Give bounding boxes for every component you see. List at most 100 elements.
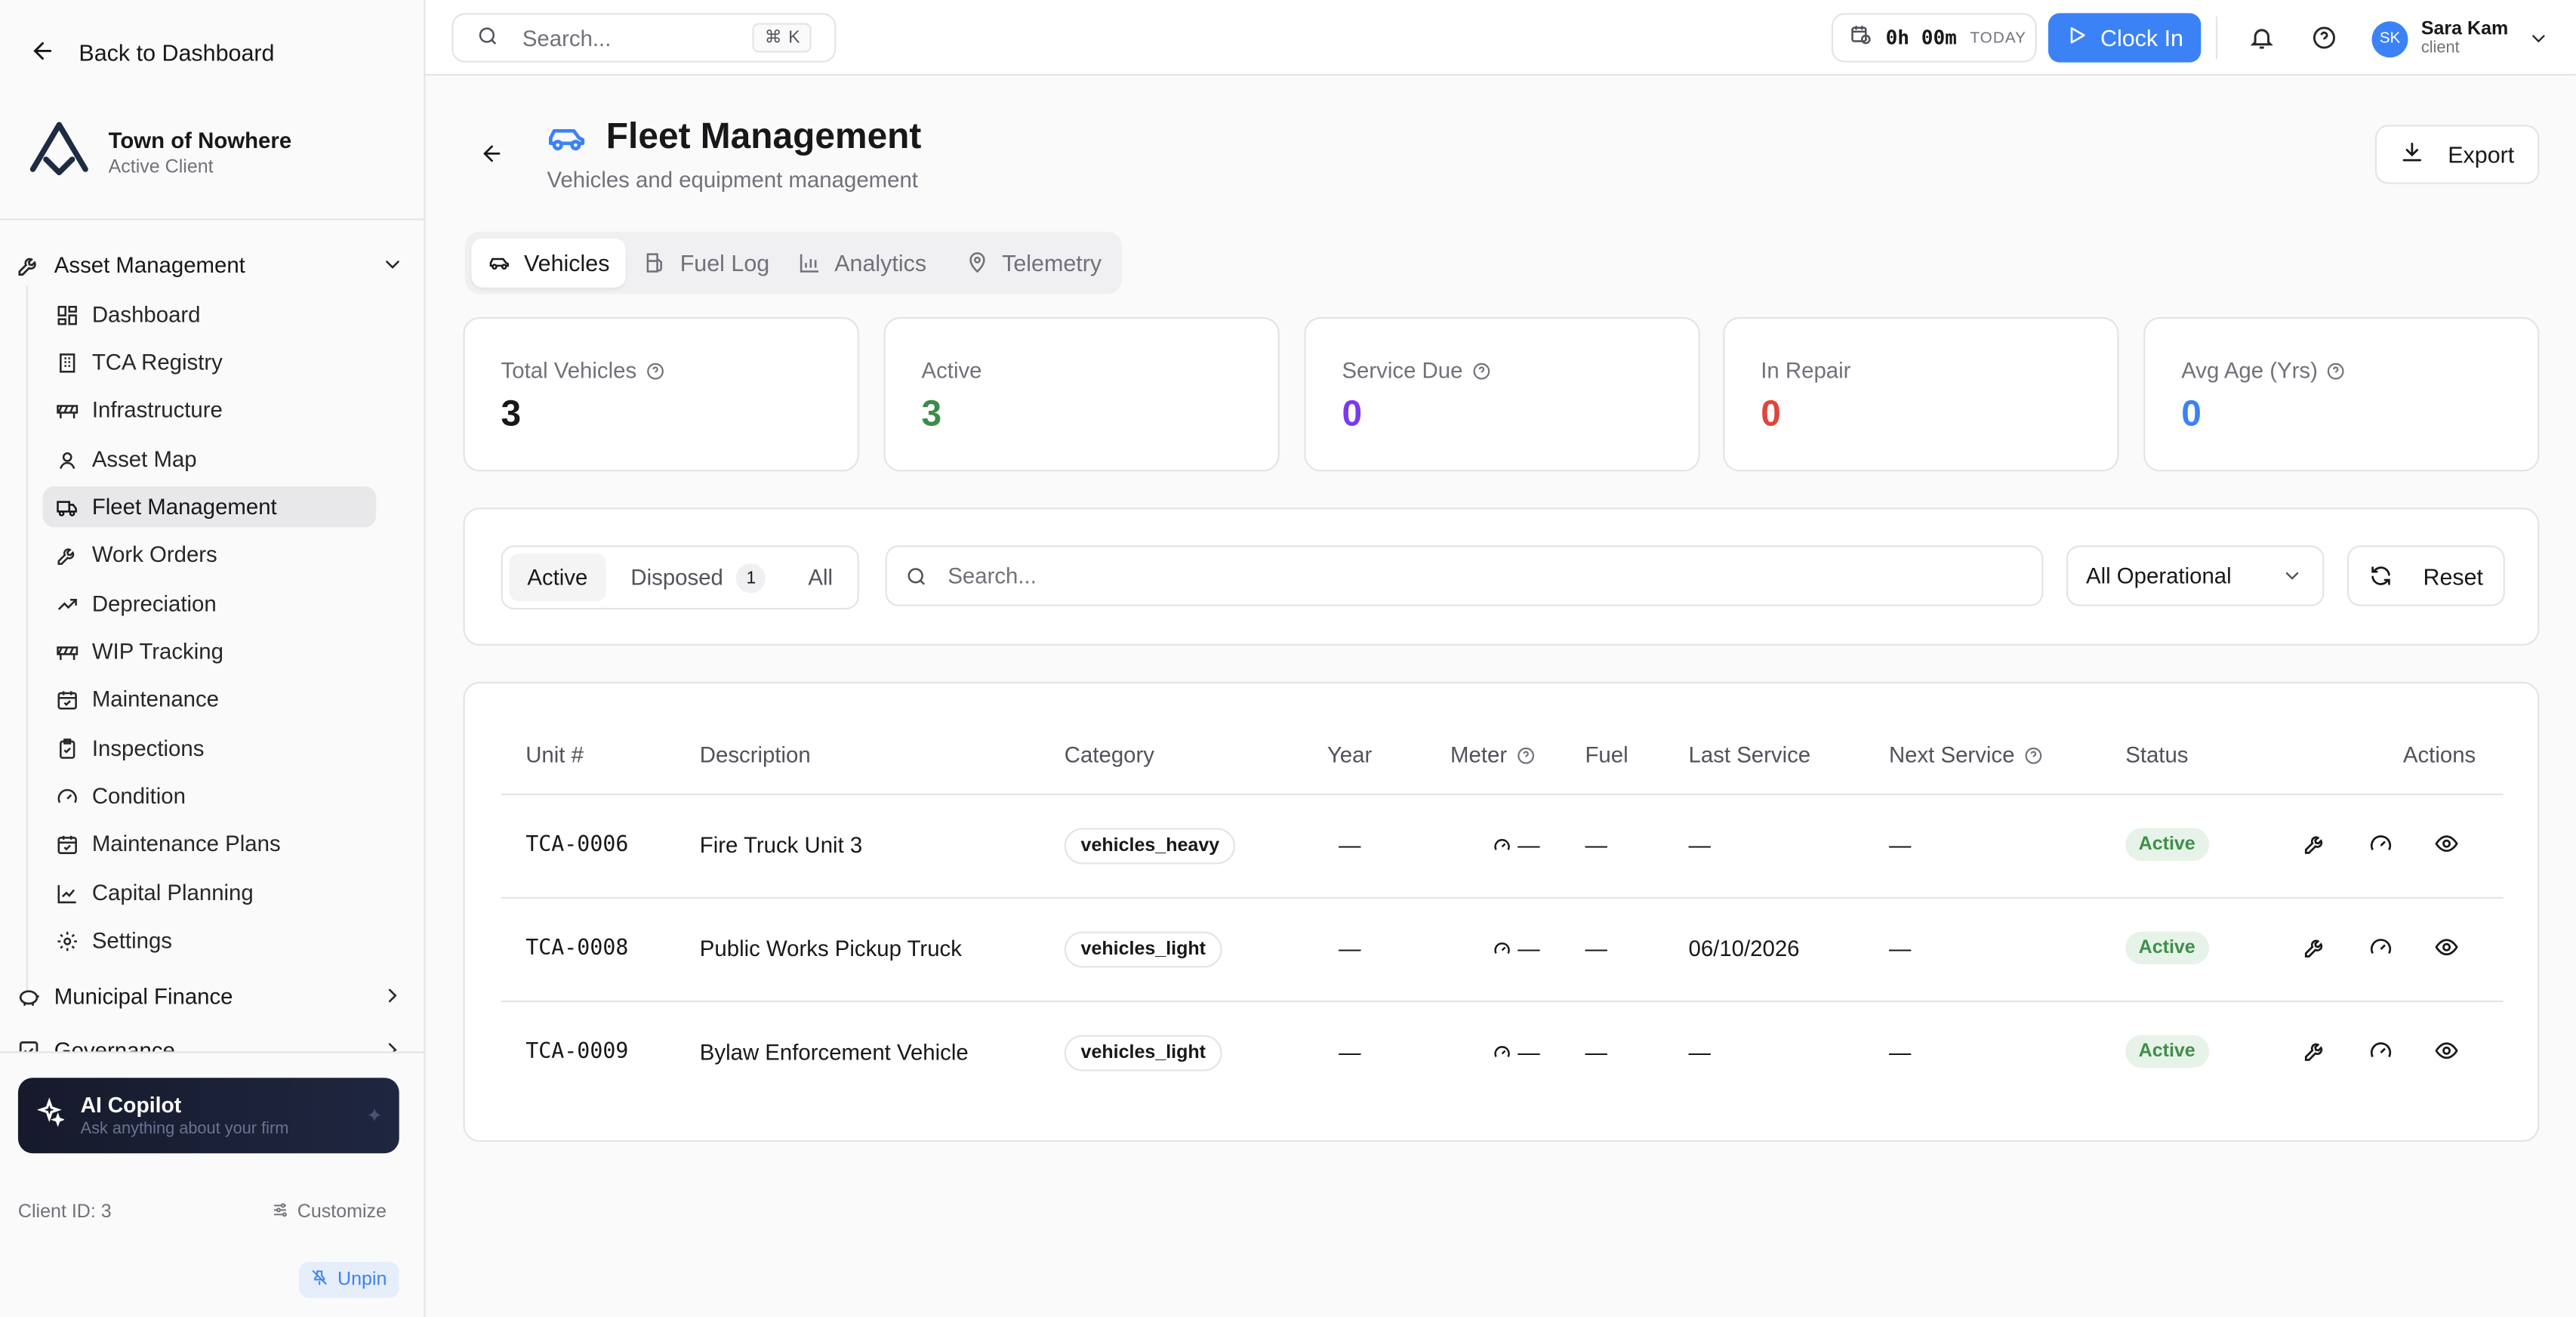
notifications-button[interactable]	[2248, 25, 2275, 51]
sidebar-item-label: Inspections	[91, 736, 205, 761]
tab-fuel-log[interactable]: Fuel Log	[627, 238, 786, 287]
client-switcher[interactable]: Town of Nowhere Active Client	[26, 115, 291, 189]
search-icon	[476, 24, 499, 52]
nav-group-asset-management[interactable]: Asset Management	[17, 245, 404, 284]
meter-value: —	[1518, 1040, 1540, 1065]
view-button[interactable]	[2434, 935, 2460, 961]
export-button[interactable]: Export	[2374, 125, 2540, 184]
chevron-right-icon	[381, 984, 404, 1007]
select-value: All Operational	[2086, 563, 2232, 588]
sidebar-item-maintenance-plans[interactable]: Maintenance Plans	[43, 823, 377, 864]
info-icon[interactable]	[1515, 745, 1535, 765]
column-header-fuel[interactable]: Fuel	[1585, 742, 1628, 767]
stat-value: 3	[501, 392, 522, 434]
category-chip: vehicles_light	[1064, 1035, 1222, 1072]
clipboard-icon	[56, 737, 79, 760]
global-search-input[interactable]: Search... ⌘ K	[451, 13, 837, 63]
stat-label-text: Active	[921, 358, 982, 383]
back-to-dashboard-link[interactable]: Back to Dashboard	[29, 33, 274, 72]
sidebar-item-inspections[interactable]: Inspections	[43, 728, 377, 769]
sidebar-item-capital-planning[interactable]: Capital Planning	[43, 872, 377, 913]
stat-label: Service Due	[1342, 358, 1490, 383]
wrench-icon	[17, 252, 42, 277]
meter-reading-button[interactable]	[2368, 1038, 2395, 1065]
cell-next-service: —	[1888, 833, 1912, 858]
segment-active[interactable]: Active	[509, 554, 606, 602]
unpin-label: Unpin	[337, 1269, 387, 1290]
column-header-description[interactable]: Description	[700, 742, 811, 767]
info-icon[interactable]	[2326, 361, 2346, 381]
info-icon[interactable]	[645, 361, 664, 381]
view-button[interactable]	[2434, 1038, 2460, 1065]
help-button[interactable]	[2311, 25, 2337, 51]
gauge-icon	[2368, 831, 2395, 856]
sidebar-item-label: TCA Registry	[91, 350, 223, 375]
user-menu[interactable]: SK Sara Kam client	[2371, 20, 2550, 58]
sidebar-item-depreciation[interactable]: Depreciation	[43, 583, 377, 624]
gauge-icon	[56, 785, 79, 807]
column-header-year[interactable]: Year	[1327, 742, 1372, 767]
category-chip: vehicles_heavy	[1064, 828, 1236, 865]
work-order-button[interactable]	[2303, 1038, 2329, 1065]
chevron-down-icon	[2522, 28, 2550, 49]
nav-group-governance[interactable]: Governance	[17, 1030, 404, 1052]
meter-reading-button[interactable]	[2368, 831, 2395, 858]
sliders-icon	[271, 1201, 289, 1223]
column-header-category[interactable]: Category	[1065, 742, 1154, 767]
stat-card-total-vehicles: Total Vehicles 3	[463, 316, 859, 472]
clock-in-button[interactable]: Clock In	[2048, 13, 2202, 63]
segment-disposed[interactable]: Disposed 1	[612, 554, 784, 601]
work-order-button[interactable]	[2303, 831, 2329, 858]
segment-label: All	[808, 565, 834, 591]
view-button[interactable]	[2434, 831, 2460, 858]
sidebar-item-tca-registry[interactable]: TCA Registry	[43, 342, 377, 383]
user-role: client	[2420, 39, 2460, 58]
stat-card-avg-age: Avg Age (Yrs) 0	[2143, 316, 2540, 472]
column-header-last-service[interactable]: Last Service	[1689, 742, 1811, 767]
column-header-unit[interactable]: Unit #	[525, 742, 584, 767]
sidebar-item-asset-map[interactable]: Asset Map	[43, 439, 377, 480]
nav-group-municipal-finance[interactable]: Municipal Finance	[17, 976, 404, 1015]
sidebar-item-infrastructure[interactable]: Infrastructure	[43, 390, 377, 430]
work-order-button[interactable]	[2303, 935, 2329, 961]
status-badge: Active	[2125, 828, 2209, 862]
sidebar-item-wip-tracking[interactable]: WIP Tracking	[43, 631, 377, 671]
tab-analytics[interactable]: Analytics	[782, 238, 943, 287]
sidebar-item-fleet-management[interactable]: Fleet Management	[42, 486, 377, 528]
column-header-meter[interactable]: Meter	[1450, 742, 1535, 767]
unpin-button[interactable]: Unpin	[298, 1261, 399, 1298]
sidebar-item-settings[interactable]: Settings	[43, 920, 377, 961]
tab-vehicles[interactable]: Vehicles	[471, 238, 627, 288]
stat-value: 0	[1761, 392, 1781, 434]
tab-telemetry[interactable]: Telemetry	[949, 238, 1117, 287]
page-back-button[interactable]	[479, 141, 504, 166]
operational-filter-select[interactable]: All Operational	[2066, 545, 2325, 606]
column-header-status[interactable]: Status	[2125, 742, 2188, 767]
chevron-down-icon	[2282, 565, 2303, 586]
map-pin-icon	[966, 251, 988, 274]
wrench-icon	[56, 543, 79, 566]
gauge-icon	[2368, 935, 2395, 960]
customize-button[interactable]: Customize	[271, 1201, 387, 1223]
cell-meter: —	[1493, 1040, 1540, 1065]
vehicle-search-input[interactable]: Search...	[885, 545, 2044, 606]
topbar: Search... ⌘ K 0h 00m TODAY Clock In SK S…	[425, 0, 2576, 76]
eye-icon	[2434, 831, 2460, 856]
column-header-next-service[interactable]: Next Service	[1889, 742, 2042, 767]
sidebar-nav: Asset Management Dashboard TCA Registry …	[0, 221, 424, 1052]
reset-button[interactable]: Reset	[2346, 545, 2505, 606]
info-icon[interactable]	[2023, 745, 2042, 765]
sidebar-item-work-orders[interactable]: Work Orders	[43, 534, 377, 575]
timer-label: TODAY	[1970, 29, 2027, 48]
meter-reading-button[interactable]	[2368, 935, 2395, 961]
header-label: Year	[1327, 742, 1373, 768]
segment-all[interactable]: All	[790, 554, 851, 601]
stat-label-text: Service Due	[1342, 358, 1463, 383]
sidebar-item-dashboard[interactable]: Dashboard	[43, 294, 377, 335]
sidebar-item-maintenance[interactable]: Maintenance	[43, 679, 377, 720]
sidebar-item-condition[interactable]: Condition	[43, 776, 377, 816]
tab-label: Fuel Log	[679, 249, 770, 276]
time-tracker[interactable]: 0h 00m TODAY	[1831, 13, 2037, 63]
info-icon[interactable]	[1471, 361, 1490, 381]
ai-copilot-button[interactable]: AI Copilot Ask anything about your firm …	[17, 1078, 399, 1154]
